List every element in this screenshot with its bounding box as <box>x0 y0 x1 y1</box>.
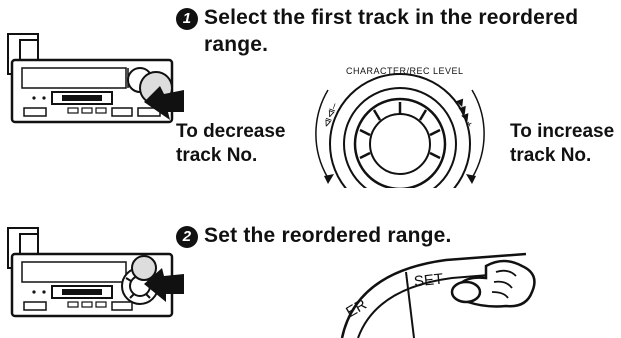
step1-title: 1 Select the first track in the reordered… <box>176 4 621 58</box>
step2-title-text: Set the reordered range. <box>204 224 452 247</box>
pointer-arrow-icon-2 <box>144 268 184 302</box>
dial-label: CHARACTER/REC LEVEL <box>346 66 464 76</box>
set-button-illustration <box>340 252 536 338</box>
set-button-label: SET <box>413 270 444 291</box>
step1-number-icon: 1 <box>176 8 198 30</box>
decrease-label: To decrease track No. <box>176 121 286 166</box>
step2-title: 2 Set the reordered range. <box>176 222 452 249</box>
step2-number-icon: 2 <box>176 226 198 248</box>
step1-title-line2: range. <box>204 33 269 56</box>
step1-title-line1: Select the first track in the reordered <box>204 6 579 29</box>
increase-label: To increase track No. <box>510 121 615 166</box>
